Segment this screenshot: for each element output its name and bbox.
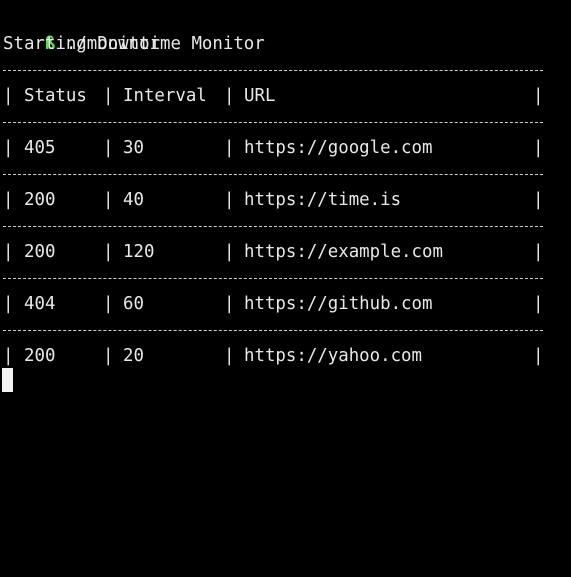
status-code: 200 xyxy=(24,346,56,366)
table-divider xyxy=(3,70,543,71)
table-pipe: | xyxy=(533,294,544,314)
terminal-window[interactable]: ß ./monitor Starting Downtime Monitor | … xyxy=(0,0,571,404)
table-pipe: | xyxy=(224,138,235,158)
table-pipe: | xyxy=(224,294,235,314)
table-divider xyxy=(3,122,543,123)
column-header-status: Status xyxy=(24,86,87,106)
table-pipe: | xyxy=(3,138,14,158)
table-pipe: | xyxy=(103,138,114,158)
status-code: 200 xyxy=(24,242,56,262)
table-header-row: | Status | Interval | URL | xyxy=(3,83,548,109)
table-pipe: | xyxy=(3,242,14,262)
table-pipe: | xyxy=(103,346,114,366)
url-value: https://yahoo.com xyxy=(244,346,422,366)
table-pipe: | xyxy=(103,86,114,106)
table-pipe: | xyxy=(533,242,544,262)
table-pipe: | xyxy=(3,190,14,210)
url-value: https://time.is xyxy=(244,190,402,210)
table-divider xyxy=(3,278,543,279)
prompt-line: ß ./monitor xyxy=(3,5,160,54)
url-value: https://example.com xyxy=(244,242,443,262)
interval-value: 60 xyxy=(123,294,144,314)
table-pipe: | xyxy=(224,190,235,210)
table-pipe: | xyxy=(3,86,14,106)
interval-value: 40 xyxy=(123,190,144,210)
interval-value: 20 xyxy=(123,346,144,366)
table-divider xyxy=(3,174,543,175)
terminal-cursor xyxy=(2,368,13,392)
table-pipe: | xyxy=(103,242,114,262)
output-title: Starting Downtime Monitor xyxy=(3,34,265,54)
table-pipe: | xyxy=(533,190,544,210)
table-row: | 200 | 40 | https://time.is | xyxy=(3,187,548,213)
table-pipe: | xyxy=(533,86,544,106)
column-header-interval: Interval xyxy=(123,86,207,106)
table-pipe: | xyxy=(533,346,544,366)
interval-value: 120 xyxy=(123,242,155,262)
table-row: | 404 | 60 | https://github.com | xyxy=(3,291,548,317)
table-divider xyxy=(3,330,543,331)
table-row: | 200 | 120 | https://example.com | xyxy=(3,239,548,265)
table-pipe: | xyxy=(103,294,114,314)
table-pipe: | xyxy=(3,294,14,314)
url-value: https://google.com xyxy=(244,138,433,158)
column-header-url: URL xyxy=(244,86,276,106)
table-pipe: | xyxy=(103,190,114,210)
status-code: 404 xyxy=(24,294,56,314)
status-code: 405 xyxy=(24,138,56,158)
table-divider xyxy=(3,226,543,227)
table-row: | 200 | 20 | https://yahoo.com | xyxy=(3,343,548,369)
table-pipe: | xyxy=(224,86,235,106)
table-row: | 405 | 30 | https://google.com | xyxy=(3,135,548,161)
url-value: https://github.com xyxy=(244,294,433,314)
table-pipe: | xyxy=(224,242,235,262)
table-pipe: | xyxy=(224,346,235,366)
interval-value: 30 xyxy=(123,138,144,158)
table-pipe: | xyxy=(3,346,14,366)
table-pipe: | xyxy=(533,138,544,158)
status-code: 200 xyxy=(24,190,56,210)
